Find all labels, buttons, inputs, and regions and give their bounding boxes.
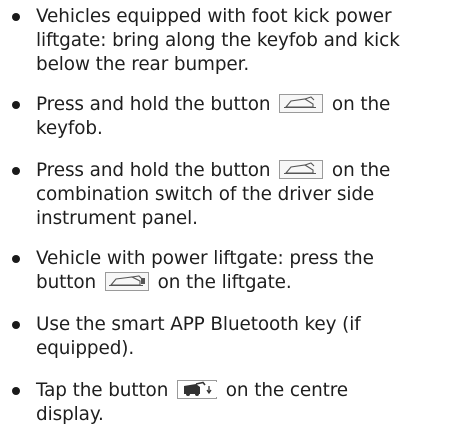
text-line: instrument panel. bbox=[36, 208, 198, 229]
text-line: Use the smart APP Bluetooth key (if bbox=[36, 314, 361, 335]
list-item-text: Use the smart APP Bluetooth key (if equi… bbox=[36, 313, 458, 361]
list-item-text: Press and hold the button on the combina… bbox=[36, 159, 458, 231]
text-line: equipped). bbox=[36, 338, 135, 359]
text-line: Vehicle with power liftgate: press the bbox=[36, 248, 374, 269]
list-item-text: Vehicles equipped with foot kick power l… bbox=[36, 5, 458, 77]
list-item-text: Press and hold the button on the keyfob. bbox=[36, 93, 458, 141]
liftgate-switch-icon-graphic bbox=[108, 275, 145, 287]
bullet-dot bbox=[12, 101, 20, 109]
text-line: liftgate: bring along the keyfob and kic… bbox=[36, 30, 400, 51]
tailgate-open-display-icon-graphic bbox=[181, 381, 218, 397]
text-fragment: on the bbox=[331, 94, 391, 115]
list-item-text: Vehicle with power liftgate: press the b… bbox=[36, 247, 458, 295]
liftgate-icon-graphic bbox=[284, 96, 317, 109]
bullet-dot bbox=[12, 167, 20, 175]
text-fragment: Press and hold the button bbox=[36, 94, 271, 115]
bullet-dot bbox=[12, 387, 20, 395]
text-line: display. bbox=[36, 404, 104, 425]
text-line: keyfob. bbox=[36, 118, 103, 139]
liftgate-icon bbox=[279, 160, 324, 179]
bullet-dot bbox=[12, 321, 20, 329]
text-fragment: Tap the button bbox=[36, 380, 169, 401]
liftgate-switch-icon bbox=[104, 272, 149, 291]
text-line: below the rear bumper. bbox=[36, 54, 250, 75]
text-line: Vehicles equipped with foot kick power bbox=[36, 6, 392, 27]
text-fragment: on the bbox=[331, 160, 391, 181]
list-item-text: Tap the button on the centre display. bbox=[36, 379, 458, 427]
liftgate-icon-graphic bbox=[284, 162, 317, 175]
tailgate-open-display-icon bbox=[177, 380, 218, 399]
liftgate-icon bbox=[279, 94, 324, 113]
text-fragment: button bbox=[36, 272, 97, 293]
text-fragment: on the centre bbox=[225, 380, 349, 401]
text-line: combination switch of the driver side bbox=[36, 184, 375, 205]
text-fragment: on the liftgate. bbox=[157, 272, 292, 293]
text-fragment: Press and hold the button bbox=[36, 160, 271, 181]
manual-page: Vehicles equipped with foot kick power l… bbox=[0, 0, 460, 433]
bullet-dot bbox=[12, 255, 20, 263]
bullet-dot bbox=[12, 13, 20, 21]
